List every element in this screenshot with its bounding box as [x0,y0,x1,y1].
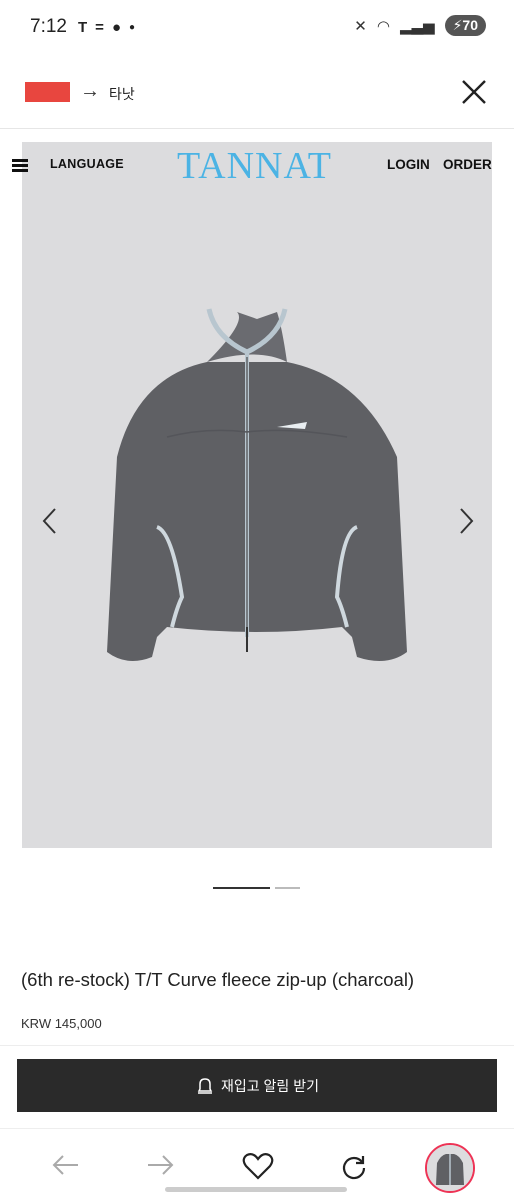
site-header: LANGUAGE TANNAT LOGIN ORDER [12,142,492,188]
login-link[interactable]: LOGIN [387,157,430,172]
dot-icon: ● [129,22,136,33]
product-image-jacket [107,308,407,661]
tab-thumbnail[interactable] [425,1143,475,1193]
target-language-label[interactable]: 타낫 [109,84,135,104]
tesla-icon: T [78,19,88,36]
brand-logo[interactable]: TANNAT [177,144,332,188]
carousel-pagination [213,887,300,889]
product-image-carousel[interactable]: LANGUAGE TANNAT LOGIN ORDER [12,142,492,848]
carousel-next-icon[interactable] [456,506,476,536]
status-time: 7:12 [30,16,67,37]
mute-icon: ✕ [354,17,367,35]
battery-level: 70 [462,17,478,33]
status-system-icons: ✕ ◠ ▂▃▅ ⚡70 [354,15,486,36]
product-title: (6th re-stock) T/T Curve fleece zip-up (… [21,969,415,990]
restock-notify-label: 재입고 알림 받기 [221,1077,319,1094]
battery-icon: ⚡70 [444,15,486,36]
bell-icon [197,1077,213,1094]
arrow-right-icon: → [80,80,100,102]
product-price: KRW 145,000 [21,1016,102,1031]
heart-icon[interactable] [242,1151,274,1181]
chat-bubble-icon: ● [111,19,121,36]
signal-icon: ▂▃▅ [399,17,435,35]
status-notification-icons: T = ● ● [78,19,135,36]
carousel-prev-icon[interactable] [40,506,60,536]
source-language-flag[interactable] [25,82,70,102]
jacket-thumbnail-icon [427,1145,473,1191]
status-bar: 7:12 T = ● ● ✕ ◠ ▂▃▅ ⚡70 [0,0,514,58]
wifi-icon: ◠ [376,17,390,35]
order-link[interactable]: ORDER [443,157,492,172]
gesture-bar [165,1187,347,1192]
carousel-dot[interactable] [275,887,300,889]
language-link[interactable]: LANGUAGE [50,157,124,171]
reload-icon[interactable] [340,1153,368,1181]
close-icon[interactable] [460,78,488,106]
restock-notify-button[interactable]: 재입고 알림 받기 [17,1059,497,1112]
hamburger-menu-icon[interactable] [12,159,28,172]
divider [0,1045,514,1046]
carousel-dot-active[interactable] [213,887,270,889]
equals-icon: = [95,19,104,36]
translate-bar: → 타낫 [0,58,514,129]
forward-icon[interactable] [146,1153,176,1177]
back-icon[interactable] [50,1153,80,1177]
